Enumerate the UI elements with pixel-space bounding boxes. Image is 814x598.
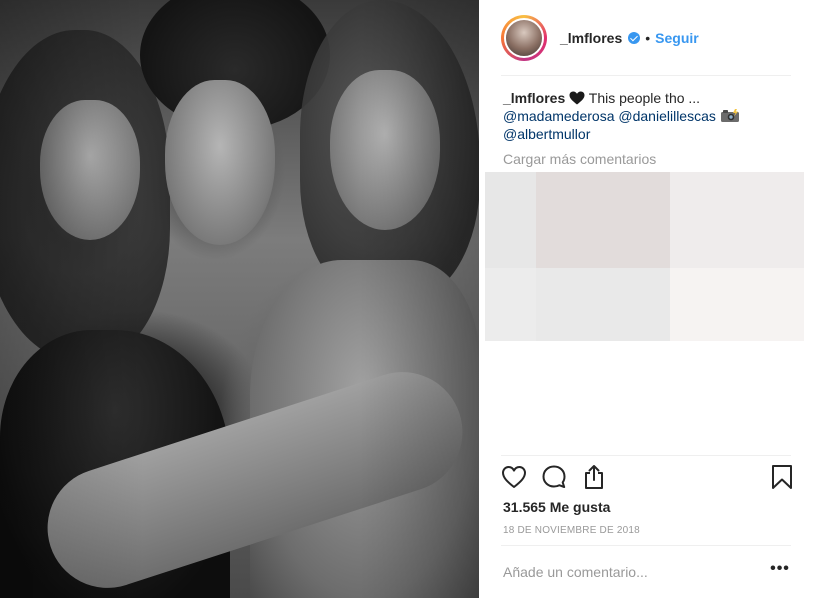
- post-caption: _lmflores This people tho ... @madameder…: [503, 89, 793, 143]
- avatar[interactable]: [504, 18, 544, 58]
- placeholder-tile: [536, 172, 670, 268]
- black-heart-emoji: [569, 91, 585, 105]
- post-sidebar: _lmflores • Seguir _lmflores This people…: [479, 0, 814, 598]
- verified-badge-icon: [628, 32, 641, 44]
- caption-mention[interactable]: @madamederosa: [503, 108, 615, 124]
- post-date: 18 DE NOVIEMBRE DE 2018: [503, 525, 640, 536]
- separator-dot: •: [645, 30, 651, 46]
- photo-shade: [0, 0, 479, 598]
- comment-divider: [501, 545, 791, 546]
- placeholder-tile: [536, 268, 670, 341]
- post-actions-bar: [501, 464, 793, 492]
- heart-outline-icon: [502, 466, 526, 488]
- share-button[interactable]: [581, 464, 609, 492]
- placeholder-tile: [485, 172, 536, 268]
- caption-username[interactable]: _lmflores: [503, 90, 565, 106]
- more-options-button[interactable]: •••: [769, 560, 791, 580]
- bookmark-icon: [772, 465, 792, 489]
- caption-text: This people tho ...: [588, 90, 701, 106]
- placeholder-tile: [485, 268, 536, 341]
- load-more-comments-link[interactable]: Cargar más comentarios: [503, 151, 656, 167]
- like-button[interactable]: [501, 464, 529, 492]
- follow-button[interactable]: Seguir: [655, 30, 699, 46]
- post-username[interactable]: _lmflores: [560, 30, 622, 46]
- share-icon: [585, 465, 603, 489]
- save-button[interactable]: [769, 464, 797, 492]
- post-header: _lmflores • Seguir: [501, 14, 791, 62]
- actions-divider: [501, 455, 791, 456]
- placeholder-tile: [670, 268, 804, 341]
- add-comment-input[interactable]: [503, 562, 743, 582]
- camera-flash-emoji: [720, 109, 739, 122]
- placeholder-tile: [670, 172, 804, 268]
- caption-mention[interactable]: @danielillescas: [618, 108, 715, 124]
- post-photo[interactable]: [0, 0, 479, 598]
- comment-button[interactable]: [541, 464, 569, 492]
- comment-bubble-icon: [542, 465, 566, 488]
- comments-loading-placeholder: [485, 172, 804, 341]
- likes-count[interactable]: 31.565 Me gusta: [503, 499, 610, 515]
- header-divider: [501, 75, 791, 76]
- caption-mention[interactable]: @albertmullor: [503, 126, 590, 142]
- avatar-story-ring[interactable]: [501, 15, 547, 61]
